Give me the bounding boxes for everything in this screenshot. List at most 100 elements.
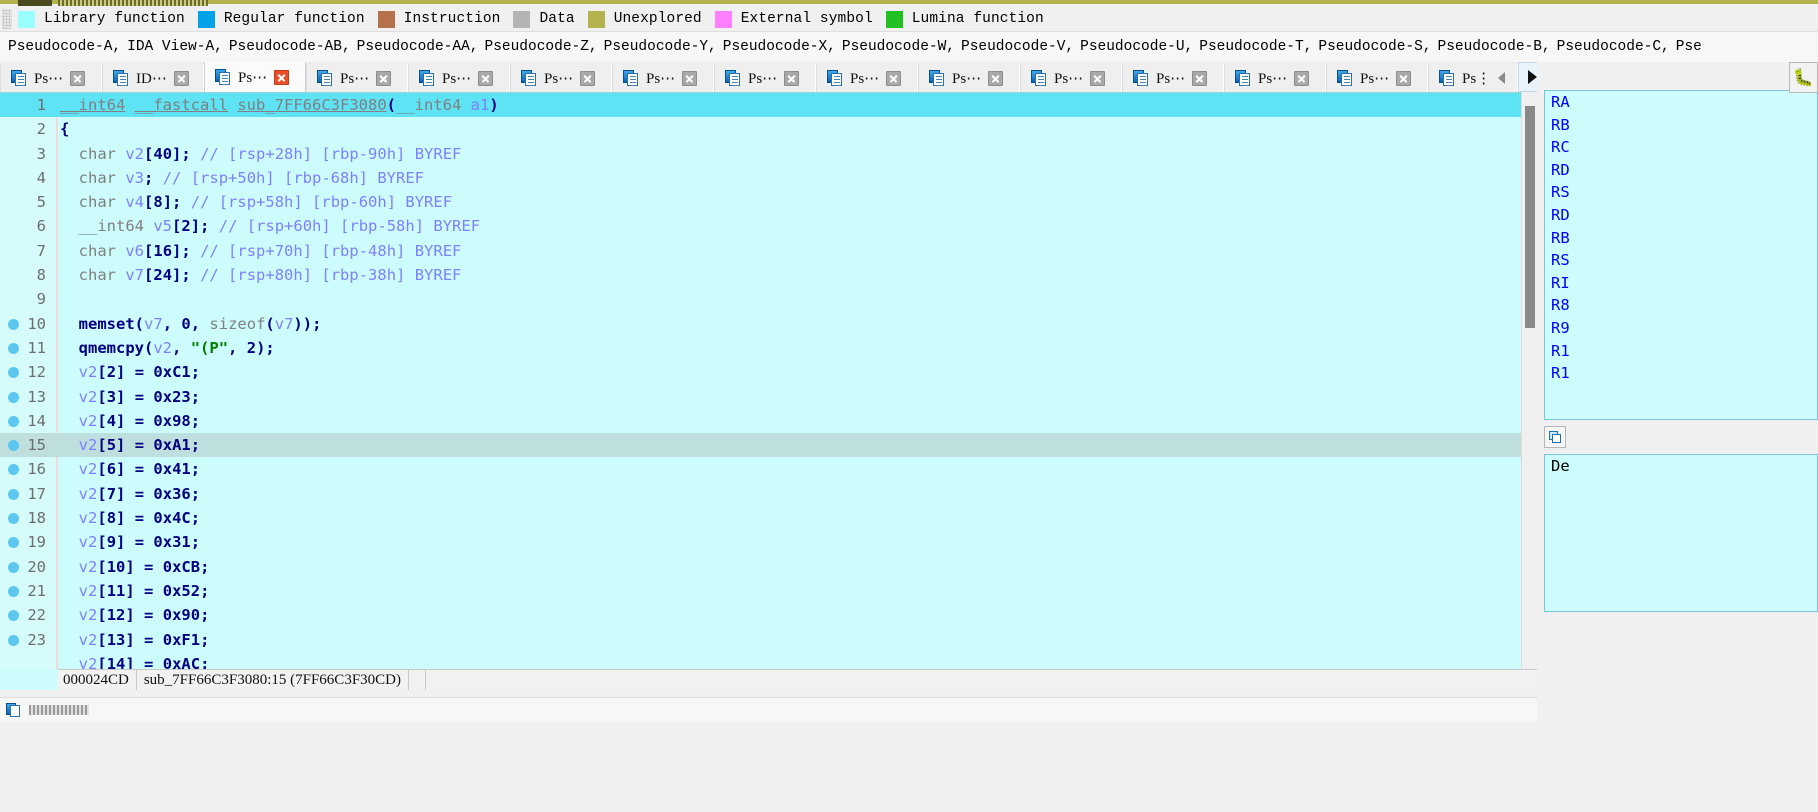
code-line[interactable]: 4 char v3; // [rsp+50h] [rbp-68h] BYREF xyxy=(0,166,1537,190)
registers-copy-button[interactable] xyxy=(1544,426,1566,448)
register-row-rd-5[interactable]: RD xyxy=(1545,204,1817,227)
code-text[interactable]: v2[11] = 0x52; xyxy=(60,579,210,603)
document-tab-10[interactable]: Ps⋯ xyxy=(1020,64,1122,92)
close-icon[interactable] xyxy=(784,70,800,86)
code-line[interactable]: 12 v2[2] = 0xC1; xyxy=(0,360,1537,384)
code-text[interactable]: char v6[16]; // [rsp+70h] [rbp-48h] BYRE… xyxy=(60,239,462,263)
close-icon[interactable] xyxy=(988,70,1004,86)
view-name-5[interactable]: Pseudocode-Y xyxy=(604,39,708,55)
code-vertical-scrollbar[interactable] xyxy=(1521,92,1537,669)
document-tab-3[interactable]: Ps⋯ xyxy=(306,64,408,92)
code-line[interactable]: 17 v2[7] = 0x36; xyxy=(0,482,1537,506)
code-line[interactable]: 18 v2[8] = 0x4C; xyxy=(0,506,1537,530)
code-line[interactable]: 7 char v6[16]; // [rsp+70h] [rbp-48h] BY… xyxy=(0,239,1537,263)
register-row-r1-11[interactable]: R1 xyxy=(1545,340,1817,363)
close-icon[interactable] xyxy=(1294,70,1310,86)
code-text[interactable]: __int64 v5[2]; // [rsp+60h] [rbp-58h] BY… xyxy=(60,214,480,238)
view-name-9[interactable]: Pseudocode-U xyxy=(1080,39,1184,55)
register-row-r8-9[interactable]: R8 xyxy=(1545,294,1817,317)
document-tab-8[interactable]: Ps⋯ xyxy=(816,64,918,92)
code-text[interactable]: char v2[40]; // [rsp+28h] [rbp-90h] BYRE… xyxy=(60,142,462,166)
code-line[interactable]: 1 __int64 __fastcall sub_7FF66C3F3080(__i… xyxy=(0,93,1537,118)
close-icon[interactable] xyxy=(70,70,86,86)
code-line[interactable]: 14 v2[4] = 0x98; xyxy=(0,409,1537,433)
view-name-8[interactable]: Pseudocode-V xyxy=(961,39,1065,55)
document-tab-9[interactable]: Ps⋯ xyxy=(918,64,1020,92)
code-text[interactable]: v2[14] = 0xAC; xyxy=(60,652,210,669)
view-name-2[interactable]: Pseudocode-AB xyxy=(229,39,342,55)
code-line[interactable]: 21 v2[11] = 0x52; xyxy=(0,579,1537,603)
code-text[interactable]: __int64 __fastcall sub_7FF66C3F3080(__in… xyxy=(60,93,499,117)
view-name-7[interactable]: Pseudocode-W xyxy=(842,39,946,55)
document-tab-1[interactable]: ID⋯ xyxy=(102,64,204,92)
view-name-14[interactable]: Pse xyxy=(1676,39,1702,55)
register-row-r1-12[interactable]: R1 xyxy=(1545,362,1817,385)
close-icon[interactable] xyxy=(274,69,290,85)
pseudocode-view[interactable]: 1 __int64 __fastcall sub_7FF66C3F3080(__i… xyxy=(0,92,1537,669)
code-text[interactable]: v2[3] = 0x23; xyxy=(60,385,200,409)
code-scrollbar-thumb[interactable] xyxy=(1525,106,1535,328)
code-text[interactable]: v2[12] = 0x90; xyxy=(60,603,210,627)
code-line[interactable]: 20 v2[10] = 0xCB; xyxy=(0,555,1537,579)
code-line[interactable]: 3 char v2[40]; // [rsp+28h] [rbp-90h] BY… xyxy=(0,142,1537,166)
toolbar-grip-handle[interactable] xyxy=(2,9,12,29)
code-line[interactable]: 2{ xyxy=(0,117,1537,141)
close-icon[interactable] xyxy=(886,70,902,86)
code-text[interactable]: v2[9] = 0x31; xyxy=(60,530,200,554)
code-text[interactable]: char v4[8]; // [rsp+58h] [rbp-60h] BYREF xyxy=(60,190,452,214)
register-row-rd-3[interactable]: RD xyxy=(1545,159,1817,182)
close-icon[interactable] xyxy=(1396,70,1412,86)
code-line[interactable]: 10 memset(v7, 0, sizeof(v7)); xyxy=(0,312,1537,336)
code-line[interactable]: 19 v2[9] = 0x31; xyxy=(0,530,1537,554)
code-text[interactable]: v2[4] = 0x98; xyxy=(60,409,200,433)
close-icon[interactable] xyxy=(478,70,494,86)
code-text[interactable]: char v3; // [rsp+50h] [rbp-68h] BYREF xyxy=(60,166,424,190)
code-text[interactable]: v2[8] = 0x4C; xyxy=(60,506,200,530)
code-line[interactable]: 15 v2[5] = 0xA1; xyxy=(0,433,1537,458)
register-row-rb-6[interactable]: RB xyxy=(1545,227,1817,250)
register-row-rc-2[interactable]: RC xyxy=(1545,136,1817,159)
code-line[interactable]: v2[14] = 0xAC; xyxy=(0,652,1537,669)
close-icon[interactable] xyxy=(1192,70,1208,86)
document-tab-13[interactable]: Ps⋯ xyxy=(1326,64,1428,92)
register-row-rs-4[interactable]: RS xyxy=(1545,181,1817,204)
code-text[interactable]: v2[13] = 0xF1; xyxy=(60,628,210,652)
view-name-11[interactable]: Pseudocode-S xyxy=(1318,39,1422,55)
code-text[interactable]: memset(v7, 0, sizeof(v7)); xyxy=(60,312,322,336)
close-icon[interactable] xyxy=(1090,70,1106,86)
code-text[interactable]: qmemcpy(v2, "(P", 2); xyxy=(60,336,275,360)
register-row-r9-10[interactable]: R9 xyxy=(1545,317,1817,340)
view-name-12[interactable]: Pseudocode-B xyxy=(1438,39,1542,55)
code-line[interactable]: 23 v2[13] = 0xF1; xyxy=(0,628,1537,652)
stack-view-panel[interactable]: De xyxy=(1544,454,1818,612)
view-name-3[interactable]: Pseudocode-AA xyxy=(357,39,470,55)
document-tab-6[interactable]: Ps⋯ xyxy=(612,64,714,92)
document-tab-5[interactable]: Ps⋯ xyxy=(510,64,612,92)
code-line[interactable]: 11 qmemcpy(v2, "(P", 2); xyxy=(0,336,1537,360)
code-text[interactable]: { xyxy=(60,117,69,141)
register-row-ra-0[interactable]: RA xyxy=(1545,91,1817,114)
debugger-toolbar-button[interactable]: 🐛 xyxy=(1789,62,1818,93)
view-name-1[interactable]: IDA View-A xyxy=(127,39,214,55)
close-icon[interactable] xyxy=(173,70,189,86)
open-views-strip[interactable]: Pseudocode-A, IDA View-A, Pseudocode-AB,… xyxy=(0,31,1818,62)
register-row-rs-7[interactable]: RS xyxy=(1545,249,1817,272)
close-icon[interactable] xyxy=(376,70,392,86)
code-line[interactable]: 8 char v7[24]; // [rsp+80h] [rbp-38h] BY… xyxy=(0,263,1537,287)
navigator-band[interactable] xyxy=(0,0,1818,7)
view-name-0[interactable]: Pseudocode-A xyxy=(8,39,112,55)
close-icon[interactable] xyxy=(580,70,596,86)
view-name-13[interactable]: Pseudocode-C xyxy=(1557,39,1661,55)
code-line[interactable]: 13 v2[3] = 0x23; xyxy=(0,385,1537,409)
registers-panel[interactable]: RA RB RC RD RS RD RB RS RI R8 R9 R1 R1 xyxy=(1544,90,1818,420)
code-text[interactable]: v2[7] = 0x36; xyxy=(60,482,200,506)
register-row-ri-8[interactable]: RI xyxy=(1545,272,1817,295)
document-tab-7[interactable]: Ps⋯ xyxy=(714,64,816,92)
code-line[interactable]: 9 xyxy=(0,287,1537,311)
code-text[interactable]: v2[6] = 0x41; xyxy=(60,457,200,481)
document-tab-12[interactable]: Ps⋯ xyxy=(1224,64,1326,92)
code-text[interactable]: v2[10] = 0xCB; xyxy=(60,555,210,579)
close-icon[interactable] xyxy=(682,70,698,86)
code-line[interactable]: 5 char v4[8]; // [rsp+58h] [rbp-60h] BYR… xyxy=(0,190,1537,214)
view-name-6[interactable]: Pseudocode-X xyxy=(723,39,827,55)
